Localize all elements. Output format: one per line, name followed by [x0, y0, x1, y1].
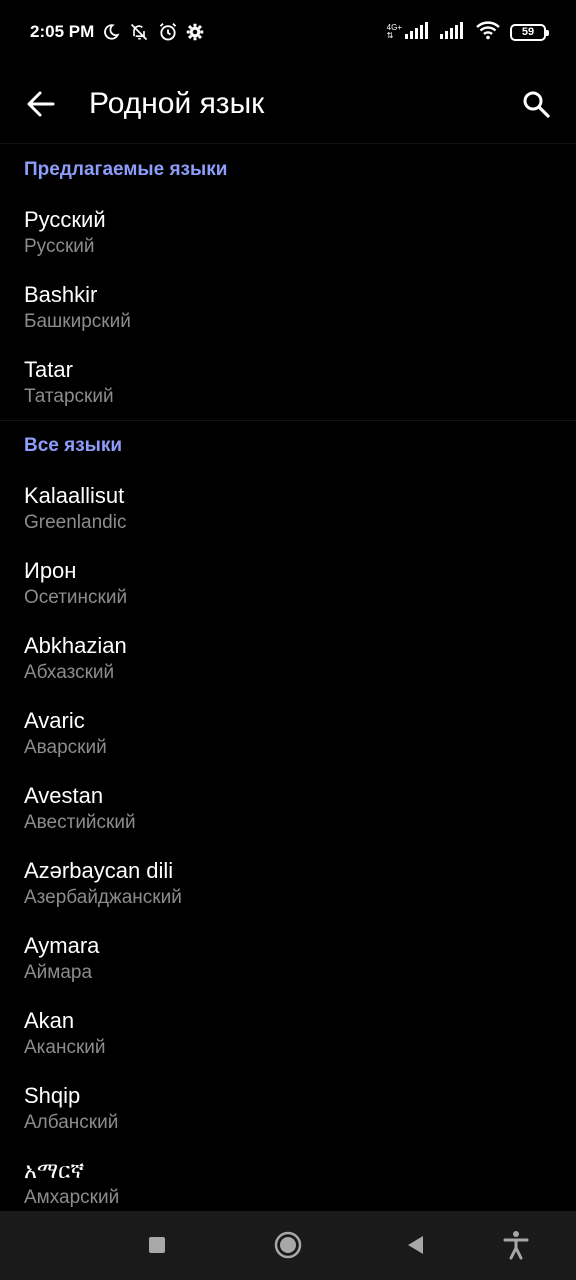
section-header-all: Все языки — [24, 435, 123, 456]
language-translation: Аканский — [24, 1036, 106, 1058]
list-item[interactable]: Abkhazian Абхазский — [0, 621, 576, 696]
language-name: Azərbaycan dili — [24, 857, 174, 883]
language-name: Kalaallisut — [24, 482, 125, 508]
moon-icon — [102, 23, 120, 41]
list-item[interactable]: Tatar Татарский — [0, 345, 576, 420]
signal-icon — [440, 21, 466, 44]
language-name: Avaric — [24, 707, 85, 733]
language-translation: Татарский — [24, 385, 114, 407]
search-button[interactable] — [514, 82, 558, 126]
list-item[interactable]: Ирон Осетинский — [0, 546, 576, 621]
home-button[interactable] — [268, 1225, 308, 1265]
language-translation: Осетинский — [24, 586, 128, 608]
alarm-icon — [158, 22, 178, 42]
language-name: Avestan — [24, 782, 104, 808]
list-item[interactable]: Shqip Албанский — [0, 1071, 576, 1146]
battery-icon: 59 — [510, 23, 549, 41]
language-translation: Амхарский — [24, 1186, 120, 1208]
list-item[interactable]: Azərbaycan dili Азербайджанский — [0, 846, 576, 921]
status-left: 2:05 PM — [30, 22, 204, 42]
list-item[interactable]: Aymara Аймара — [0, 921, 576, 996]
language-name: Abkhazian — [24, 632, 127, 658]
language-name: Tatar — [24, 356, 73, 382]
recents-square-icon — [149, 1237, 165, 1253]
list-item[interactable]: Русский Русский — [0, 195, 576, 270]
language-name: Ирон — [24, 557, 77, 583]
signal-icon — [405, 21, 431, 44]
language-name: Русский — [24, 206, 106, 232]
language-name: Aymara — [24, 932, 100, 958]
status-time: 2:05 PM — [30, 22, 95, 41]
list-item[interactable]: Avaric Аварский — [0, 696, 576, 771]
language-translation: Абхазский — [24, 661, 115, 683]
search-icon — [523, 91, 550, 118]
language-translation: Албанский — [24, 1111, 119, 1133]
back-nav-button[interactable] — [396, 1225, 436, 1265]
language-translation: Аймара — [24, 961, 93, 983]
language-translation: Авестийский — [24, 811, 136, 833]
language-name: Shqip — [24, 1082, 81, 1108]
language-translation: Башкирский — [24, 310, 131, 332]
language-translation: Русский — [24, 235, 95, 257]
section-header-suggested: Предлагаемые языки — [24, 159, 228, 180]
status-bar: 2:05 PM 4G+ ⇅ 59 — [0, 0, 576, 64]
language-name: Akan — [24, 1007, 75, 1033]
recents-button[interactable] — [137, 1225, 177, 1265]
network-activity-text: ⇅ — [386, 31, 394, 40]
back-triangle-icon — [408, 1236, 423, 1254]
list-item[interactable]: አማርኛ Амхарский — [0, 1146, 576, 1211]
arrow-left-icon — [27, 91, 55, 116]
home-circle-icon — [274, 1231, 302, 1259]
language-translation: Азербайджанский — [24, 886, 182, 908]
language-translation: Greenlandic — [24, 511, 127, 533]
list-item[interactable]: Bashkir Башкирский — [0, 270, 576, 345]
navigation-bar — [0, 1211, 576, 1280]
accessibility-icon — [503, 1231, 529, 1260]
list-item[interactable]: Avestan Авестийский — [0, 771, 576, 846]
app-bar: Родной язык — [0, 64, 576, 144]
list-item[interactable]: Akan Аканский — [0, 996, 576, 1071]
page-title: Родной язык — [89, 86, 265, 120]
list-item[interactable]: Kalaallisut Greenlandic — [0, 471, 576, 546]
language-name: አማርኛ — [24, 1157, 85, 1183]
settings-gear-icon — [186, 23, 204, 41]
battery-level: 59 — [521, 26, 535, 38]
back-button[interactable] — [19, 82, 63, 126]
network-type-label: 4G+ ⇅ — [387, 24, 402, 40]
wifi-icon — [475, 20, 501, 45]
language-translation: Аварский — [24, 736, 107, 758]
accessibility-button[interactable] — [496, 1225, 536, 1265]
status-right: 4G+ ⇅ 59 — [387, 20, 549, 45]
mute-icon — [128, 22, 150, 42]
language-name: Bashkir — [24, 281, 98, 307]
language-list[interactable]: Предлагаемые языки Русский Русский Bashk… — [0, 145, 576, 1211]
